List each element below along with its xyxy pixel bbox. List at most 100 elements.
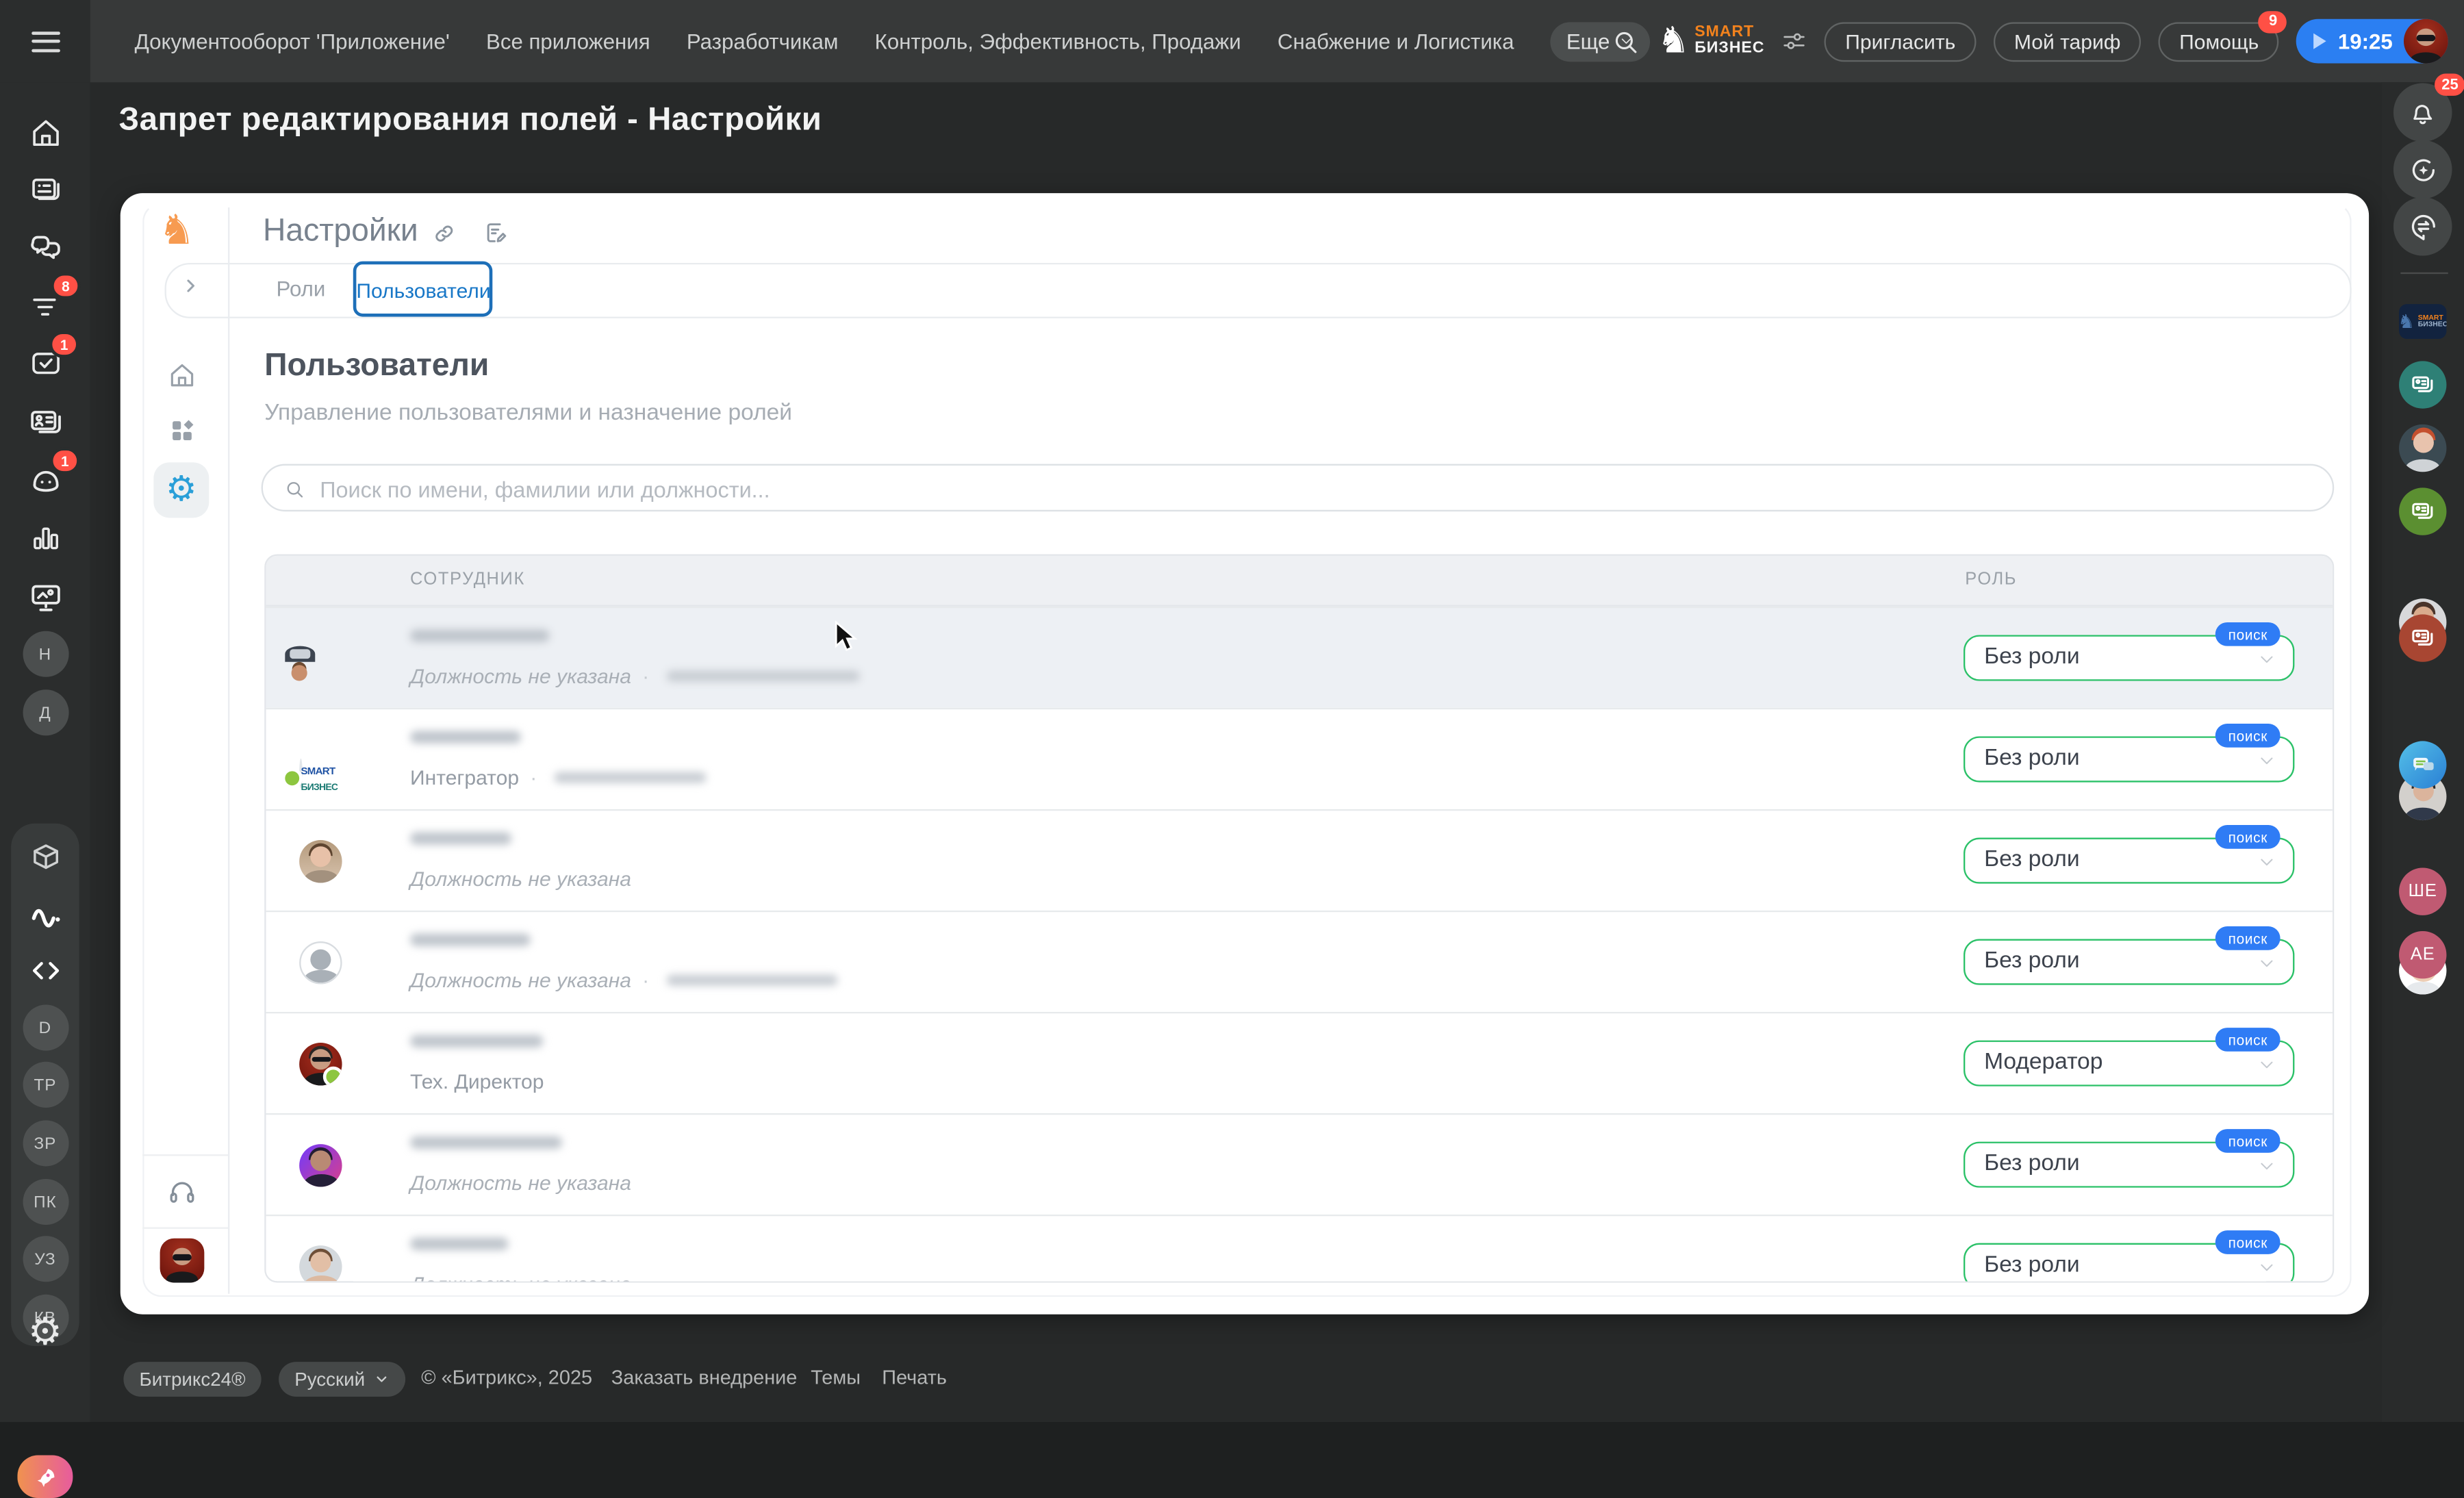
employee-avatar (299, 941, 342, 983)
collapse-chevron-icon[interactable] (181, 275, 201, 296)
chevron-down-icon (373, 1371, 389, 1387)
table-row[interactable]: SMARTБИЗНЕС Интегратор· Без роли поиск (266, 708, 2333, 809)
help-badge: 9 (2259, 10, 2287, 32)
tab-strip (165, 263, 2352, 318)
sidebar-avatar-d[interactable]: Д (22, 689, 68, 735)
page-title: Запрет редактирования полей - Настройки (118, 101, 822, 140)
rocket-button[interactable] (17, 1456, 73, 1498)
nav-documents[interactable]: Документооборот 'Приложение' (135, 29, 450, 53)
main-menu-button[interactable] (0, 0, 90, 82)
sidebar-messenger-icon[interactable] (27, 231, 63, 267)
role-select[interactable]: Без роли поиск (1964, 939, 2294, 985)
tab-users-active[interactable]: Пользователи (353, 262, 493, 317)
my-plan-button[interactable]: Мой тариф (1994, 21, 2142, 61)
mini-home-icon[interactable] (167, 360, 197, 390)
nav-developers[interactable]: Разработчикам (687, 29, 839, 53)
chat-avatar-she[interactable]: ШЕ (2399, 867, 2446, 915)
sidebar-board-icon[interactable] (27, 579, 63, 615)
sliders-icon[interactable] (1782, 29, 1807, 54)
squiggle-logo-icon[interactable] (27, 896, 63, 932)
group-avatar-2[interactable]: ЗР (22, 1120, 68, 1166)
mini-settings-active[interactable]: ⚙ (153, 462, 209, 518)
employee-name-redacted (410, 831, 511, 844)
sidebar-feed-icon[interactable] (27, 173, 62, 207)
language-selector[interactable]: Русский (279, 1362, 405, 1397)
table-row[interactable]: Должность не указана· Без роли поиск (266, 607, 2333, 708)
nav-control-sales[interactable]: Контроль, Эффективность, Продажи (875, 29, 1241, 53)
hamburger-icon (31, 25, 60, 57)
app-title: Настройки (263, 211, 418, 252)
employee-info: Должность не указана· (410, 629, 860, 687)
table-row[interactable]: Должность не указана· Без роли поиск (266, 911, 2333, 1012)
chat-avatar-redhead[interactable] (2399, 424, 2446, 472)
notifications-button[interactable]: 25 (2393, 83, 2452, 142)
chat-avatar-ae[interactable]: АЕ (2399, 931, 2446, 978)
work-timer[interactable]: 19:25 (2297, 19, 2448, 64)
employee-avatar (299, 1245, 342, 1283)
order-implementation-link[interactable]: Заказать внедрение (611, 1367, 798, 1388)
nav-logistics[interactable]: Снабжение и Логистика (1278, 29, 1514, 53)
copilot-button[interactable] (2393, 140, 2452, 199)
table-row[interactable]: Должность не указана Без роли поиск (266, 1113, 2333, 1215)
role-select[interactable]: Модератор поиск (1964, 1041, 2294, 1087)
chat-exchange-button[interactable] (2393, 197, 2452, 256)
invite-button[interactable]: Пригласить (1825, 21, 1976, 61)
package-icon[interactable] (29, 840, 62, 874)
crm-chat-teal[interactable] (2399, 361, 2446, 408)
sidebar-copilot-icon[interactable]: 1 (27, 461, 63, 498)
smart-business-thumbnail[interactable]: ♞ SMARTБИЗНЕС (2399, 304, 2446, 339)
tab-roles[interactable]: Роли (253, 263, 348, 315)
group-avatar-3[interactable]: ПК (22, 1179, 68, 1225)
table-row[interactable]: Должность не указана Без роли поиск (266, 1215, 2333, 1282)
nav-all-apps[interactable]: Все приложения (486, 29, 650, 53)
mini-user-avatar[interactable] (160, 1239, 205, 1283)
user-avatar[interactable] (2404, 19, 2448, 64)
copilot-badge: 1 (51, 447, 79, 474)
settings-gear-icon[interactable]: ⚙ (28, 1310, 62, 1354)
search-input[interactable] (317, 467, 2287, 511)
online-dot (323, 1066, 342, 1085)
sidebar-avatar-h[interactable]: H (22, 631, 68, 677)
horse-logo-icon: ♞ (2399, 312, 2415, 331)
search-badge: поиск (2215, 825, 2280, 849)
gear-icon: ⚙ (166, 470, 197, 510)
settings-card: ♞ Настройки Роли Пользователи ⚙ Пользова… (120, 193, 2369, 1315)
sidebar-crm-icon[interactable] (27, 405, 63, 441)
role-select[interactable]: Без роли поиск (1964, 1243, 2294, 1283)
horse-logo-icon: ♞ (1658, 23, 1690, 60)
employee-name-redacted (410, 932, 531, 945)
mini-apps-grid-icon[interactable] (168, 416, 196, 445)
crm-chat-green[interactable] (2399, 487, 2446, 535)
role-select[interactable]: Без роли поиск (1964, 1142, 2294, 1188)
role-select[interactable]: Без роли поиск (1964, 736, 2294, 782)
table-row[interactable]: Должность не указана Без роли поиск (266, 809, 2333, 911)
chat-group-blue[interactable] (2399, 741, 2446, 788)
timer-value: 19:25 (2338, 29, 2393, 53)
print-link[interactable]: Печать (882, 1367, 947, 1388)
sidebar-home-icon[interactable] (27, 116, 62, 151)
crm-chat-red[interactable] (2399, 614, 2446, 661)
support-headphones-icon[interactable] (166, 1176, 198, 1208)
smart-business-logo[interactable]: ♞ SMARTБИЗНЕС (1658, 23, 1765, 60)
group-avatar-1[interactable]: ТР (22, 1062, 68, 1108)
copy-link-icon[interactable] (432, 222, 456, 246)
sidebar-activity-icon[interactable]: 8 (27, 288, 62, 323)
chevron-down-icon (2257, 1156, 2277, 1176)
table-row[interactable]: Тех. Директор Модератор поиск (266, 1012, 2333, 1113)
activity-badge: 8 (51, 272, 80, 299)
themes-link[interactable]: Темы (811, 1367, 861, 1388)
column-employee: СОТРУДНИК (410, 556, 525, 605)
role-select[interactable]: Без роли поиск (1964, 838, 2294, 884)
edit-settings-icon[interactable] (483, 220, 508, 245)
group-avatar-4[interactable]: УЗ (22, 1236, 68, 1282)
bitrix24-brand-button[interactable]: Битрикс24® (123, 1362, 261, 1397)
search-icon[interactable] (1610, 26, 1640, 56)
chevron-down-icon (2257, 1054, 2277, 1075)
top-bar-right: ♞ SMARTБИЗНЕС Пригласить Мой тариф Помощ… (1610, 0, 2448, 82)
sidebar-reports-icon[interactable] (29, 522, 62, 555)
help-button[interactable]: Помощь 9 (2159, 21, 2279, 61)
sidebar-tasks-icon[interactable]: 1 (27, 345, 62, 380)
role-select[interactable]: Без роли поиск (1964, 635, 2294, 681)
group-avatar-0[interactable]: D (22, 1005, 68, 1051)
code-icon[interactable] (27, 953, 62, 988)
